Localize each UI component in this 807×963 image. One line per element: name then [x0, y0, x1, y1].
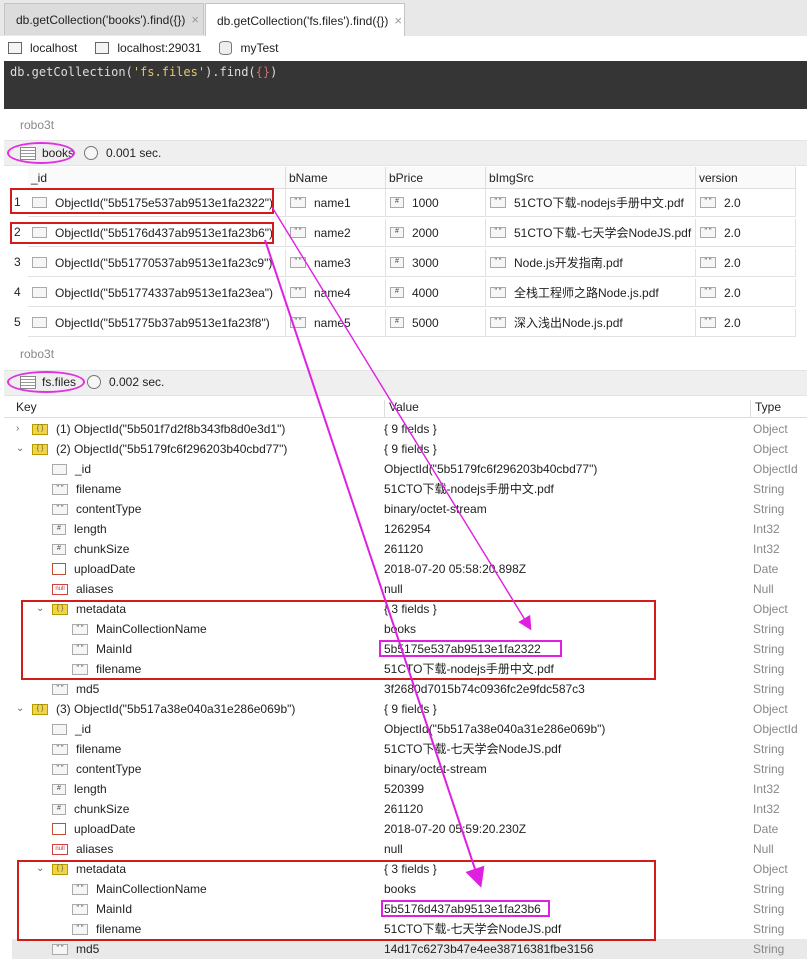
annotation-arrows: [264, 206, 532, 888]
arrow-row1-to-mainid: [271, 206, 532, 631]
arrow-row2-to-mainid: [264, 239, 485, 888]
